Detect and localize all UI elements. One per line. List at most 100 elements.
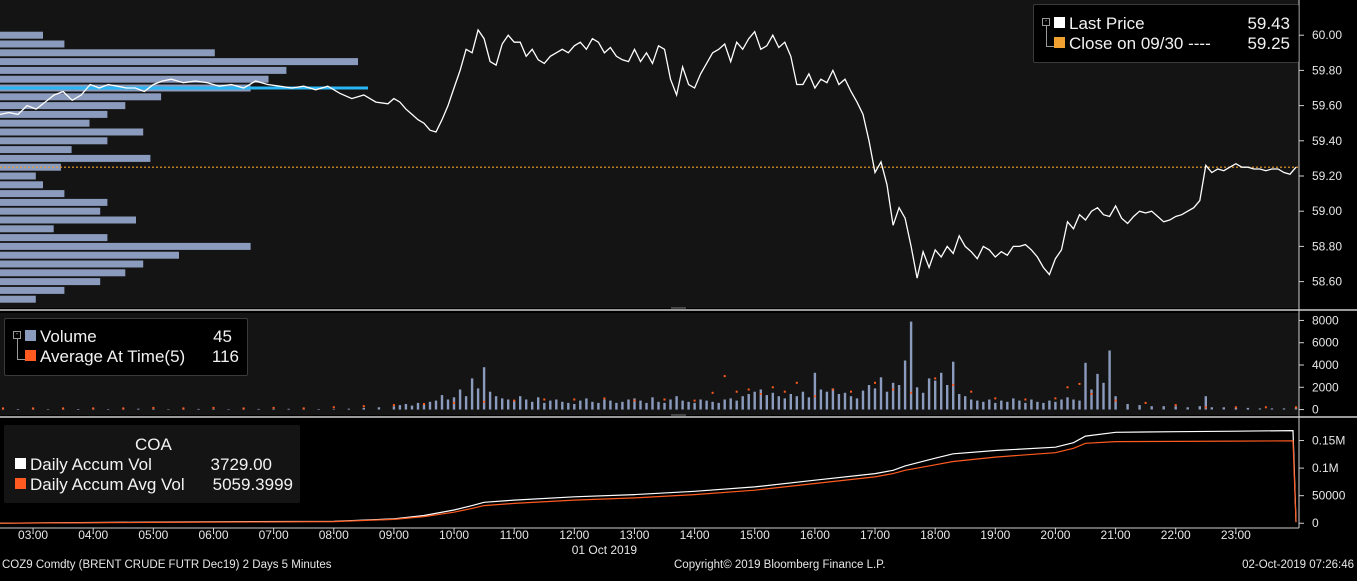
avg-dot [453, 401, 455, 404]
chart-window: 60.00 59.80 59.60 59.40 59.20 59.00 58.80 58.60… [0, 0, 1357, 576]
volume-bar [1078, 400, 1081, 410]
volume-bar [392, 406, 396, 410]
x-tick-label: 20:00 [1040, 528, 1070, 542]
volume-bar [603, 399, 606, 410]
price-legend[interactable]: - Last Price 59.43 Close on 09/30 ---- 5… [1033, 4, 1299, 63]
avg-dot [392, 404, 395, 407]
volume-bar [525, 399, 528, 410]
avg-dot [747, 388, 750, 391]
volume-bar [675, 396, 678, 410]
volume-bar [795, 396, 798, 410]
volume-bar [849, 396, 853, 410]
volume-bar [272, 409, 275, 410]
volume-bar [651, 397, 654, 410]
volume-bar [885, 391, 889, 410]
volume-bar [404, 404, 408, 410]
x-tick-label: 05:00 [138, 528, 168, 542]
volume-bar [482, 367, 486, 410]
accum-y-tick-label: 0.1M [1312, 461, 1339, 475]
volume-bar [579, 400, 582, 410]
volume-bar [227, 409, 230, 410]
x-axis: 03:00 04:00 05:00 06:00 07:00 08:00 09:00 10:00… [18, 528, 1251, 557]
accum-avg-legend-item[interactable]: Daily Accum Avg Vol [15, 475, 185, 495]
volume-bar [783, 398, 786, 410]
avg-dot [272, 406, 275, 409]
avg-dot [543, 398, 546, 401]
volume-bar [1012, 398, 1015, 410]
volume-bar [1090, 389, 1093, 410]
volume-bar [777, 396, 780, 410]
x-tick-label: 22:00 [1161, 528, 1191, 542]
volume-bar [1282, 408, 1286, 410]
avg-label: Average At Time(5) [40, 347, 186, 366]
profile-bar [0, 154, 151, 162]
volume-bar [1042, 402, 1045, 410]
volume-bar [440, 395, 444, 410]
profile-bar [0, 75, 269, 83]
x-tick-label: 08:00 [319, 528, 349, 542]
x-date-label: 01 Oct 2019 [572, 543, 638, 557]
profile-bar [0, 251, 179, 259]
profile-bar [0, 66, 287, 74]
last-price-legend-item[interactable]: Last Price [1054, 14, 1145, 34]
volume-bar [434, 400, 438, 410]
volume-bar [422, 404, 426, 410]
volume-bar [807, 397, 811, 410]
volume-bar [669, 399, 672, 410]
volume-bar [1126, 404, 1129, 410]
profile-bar [0, 242, 251, 250]
volume-bar [1222, 407, 1225, 410]
volume-bar [519, 396, 522, 410]
profile-bar [0, 207, 101, 215]
volume-bar [903, 360, 907, 410]
avg-dot [483, 400, 486, 403]
volume-bar [789, 394, 792, 410]
accum-legend[interactable]: COA Daily Accum Vol 3729.00 Daily Accum … [4, 425, 300, 503]
volume-value: 45 [213, 327, 232, 346]
volume-bar [1018, 400, 1021, 410]
avg-dot [633, 399, 636, 402]
avg-dot [934, 377, 937, 380]
volume-bar [891, 382, 895, 410]
x-tick-label: 14:00 [680, 528, 710, 542]
price-y-tick-label: 60.00 [1312, 28, 1342, 42]
volume-bar [1096, 373, 1099, 410]
profile-bar [0, 58, 358, 66]
avg-legend-item[interactable]: Average At Time(5) [25, 347, 185, 367]
x-tick-label: 16:00 [800, 528, 830, 542]
volume-legend[interactable]: - Volume 45 Average At Time(5) 116 [4, 318, 248, 376]
volume-bar [964, 396, 967, 410]
accum-vol-legend-item[interactable]: Daily Accum Vol [15, 455, 152, 475]
price-y-tick-label: 59.60 [1312, 99, 1342, 113]
volume-bar [416, 402, 420, 410]
close-label: Close on 09/30 ---- [1069, 34, 1211, 53]
volume-bar [657, 401, 660, 410]
x-tick-label: 04:00 [78, 528, 108, 542]
volume-bar [197, 408, 200, 410]
volume-bar [946, 385, 949, 410]
profile-bar [0, 181, 43, 189]
x-tick-label: 09:00 [379, 528, 409, 542]
avg-dot [513, 399, 516, 402]
volume-bar [915, 387, 919, 410]
legend-collapse-icon[interactable]: - [13, 331, 21, 339]
volume-bar [1072, 399, 1075, 410]
avg-dot [831, 388, 834, 391]
avg-dot [182, 407, 185, 410]
volume-bar [46, 409, 50, 410]
profile-bar [0, 198, 108, 206]
volume-bar [705, 400, 708, 410]
close-legend-item[interactable]: Close on 09/30 ---- [1054, 34, 1211, 54]
volume-legend-item[interactable]: Volume [25, 327, 97, 347]
volume-bar [855, 398, 859, 410]
volume-bar [819, 389, 823, 410]
volume-bar [1114, 396, 1117, 410]
avg-dot [735, 390, 738, 393]
volume-bar [639, 400, 642, 410]
avg-dot [994, 397, 997, 400]
avg-swatch [25, 350, 36, 362]
legend-collapse-icon[interactable]: - [1042, 18, 1050, 26]
volume-bar [597, 402, 600, 410]
avg-dot [573, 398, 576, 401]
close-value: 59.25 [1247, 34, 1290, 53]
